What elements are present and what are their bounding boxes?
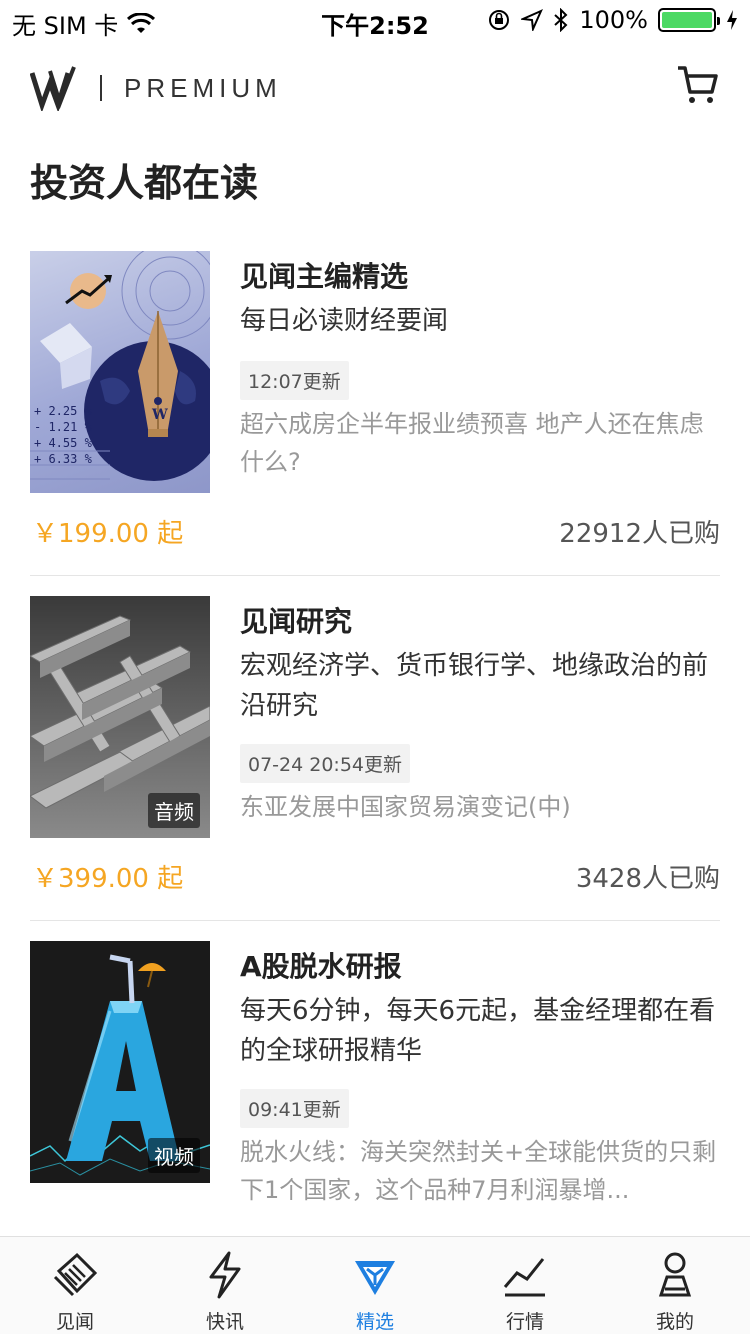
video-badge: 视频 <box>148 1138 200 1173</box>
wallstreetcn-logo <box>30 66 76 111</box>
product-cover[interactable]: W + 2.25 % - 1.21 % + 4.55 % + 6.33 % <box>30 251 210 493</box>
section-title: 投资人都在读 <box>30 161 259 205</box>
header-divider <box>100 75 102 101</box>
product-subtitle: 宏观经济学、货币银行学、地缘政治的前沿研究 <box>240 651 709 721</box>
tab-label: 快讯 <box>205 1311 244 1333</box>
buyer-count: 3428人已购 <box>575 864 720 894</box>
status-bar: 无 SIM 卡 下午2:52 100% <box>0 0 750 40</box>
update-tag: 09:41更新 <box>240 1089 349 1128</box>
tab-bar: 见闻 快讯 精选 行情 我的 <box>0 1236 750 1334</box>
brand-label: PREMIUM <box>124 72 282 103</box>
cart-icon[interactable] <box>676 62 720 106</box>
product-card[interactable]: W + 2.25 % - 1.21 % + 4.55 % + 6.33 % 见闻… <box>30 251 720 576</box>
tab-label: 精选 <box>355 1311 394 1333</box>
buyer-count: 22912人已购 <box>559 519 720 549</box>
card-divider <box>30 575 720 576</box>
product-cover[interactable]: 音频 <box>30 596 210 838</box>
cover-stats: + 2.25 % - 1.21 % + 4.55 % + 6.33 % <box>34 403 92 467</box>
app-header: PREMIUM <box>30 58 720 118</box>
tab-news[interactable]: 见闻 <box>0 1237 150 1334</box>
cover-stat: - 1.21 % <box>34 420 92 434</box>
tab-label: 见闻 <box>55 1311 94 1333</box>
tab-flash[interactable]: 快讯 <box>150 1237 300 1334</box>
tab-label: 行情 <box>505 1311 544 1333</box>
cover-stat: + 4.55 % <box>34 436 92 450</box>
product-card[interactable]: 视频 A股脱水研报 每天6分钟，每天6元起，基金经理都在看的全球研报精华 09:… <box>30 941 720 1231</box>
product-price: ￥199.00 起 <box>32 519 184 549</box>
product-price: ￥399.00 起 <box>32 864 184 894</box>
tab-label: 我的 <box>655 1311 694 1333</box>
tab-featured[interactable]: 精选 <box>300 1237 450 1334</box>
orientation-lock-icon <box>489 10 510 30</box>
latest-article[interactable]: 脱水火线：海关突然封关+全球能供货的只剩下1个国家，这个品种7月利润暴增... <box>240 1133 720 1209</box>
battery-percent: 100% <box>579 6 648 34</box>
cover-stat: + 2.25 % <box>34 404 92 418</box>
latest-article[interactable]: 超六成房企半年报业绩预喜 地产人还在焦虑什么? <box>240 405 720 481</box>
card-divider <box>30 920 720 921</box>
charging-icon <box>727 10 737 30</box>
lightning-icon <box>209 1251 241 1299</box>
svg-text:W: W <box>151 407 168 423</box>
product-title[interactable]: 见闻主编精选 <box>240 255 408 295</box>
bluetooth-icon <box>554 8 568 32</box>
product-title[interactable]: A股脱水研报 <box>240 945 402 985</box>
update-tag: 12:07更新 <box>240 361 349 400</box>
chart-line-icon <box>503 1258 545 1297</box>
cover-stat: + 6.33 % <box>34 452 92 466</box>
product-subtitle: 每天6分钟，每天6元起，基金经理都在看的全球研报精华 <box>240 996 716 1066</box>
product-cover[interactable]: 视频 <box>30 941 210 1183</box>
product-card[interactable]: 音频 见闻研究 宏观经济学、货币银行学、地缘政治的前沿研究 07-24 20:5… <box>30 596 720 921</box>
update-tag: 07-24 20:54更新 <box>240 744 411 783</box>
product-title[interactable]: 见闻研究 <box>240 600 352 640</box>
product-subtitle: 每日必读财经要闻 <box>240 306 449 336</box>
newspaper-icon <box>53 1252 98 1297</box>
status-right: 100% <box>487 6 738 34</box>
tab-profile[interactable]: 我的 <box>600 1237 750 1334</box>
location-icon <box>521 9 544 31</box>
battery-icon <box>658 8 720 32</box>
diamond-icon <box>355 1261 395 1295</box>
person-icon <box>658 1252 692 1297</box>
tab-market[interactable]: 行情 <box>450 1237 600 1334</box>
latest-article[interactable]: 东亚发展中国家贸易演变记(中) <box>240 788 720 826</box>
audio-badge: 音频 <box>148 793 200 828</box>
